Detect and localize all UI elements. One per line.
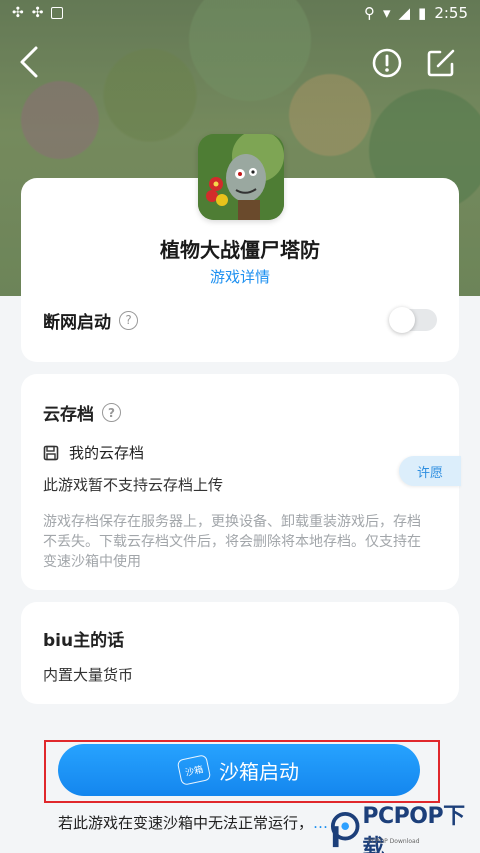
edit-button[interactable] [424,46,458,80]
bug-icon: ✣ [12,5,24,21]
cloud-save-card: 云存档 ? 我的云存档 此游戏暂不支持云存档上传 游戏存档保存在服务器上，更换设… [21,374,459,590]
exclamation-icon [372,48,402,78]
watermark-subtext: PCPOP Download [368,838,420,845]
wish-button[interactable]: 许愿 [399,456,461,486]
footer-note-text: 若此游戏在变速沙箱中无法正常运行， [58,814,314,832]
battery-icon: ▮ [418,4,427,22]
game-details-link[interactable]: 游戏详情 [21,266,459,287]
owner-note-title: biu主的话 [43,631,125,651]
app-title: 植物大战僵尸塔防 [160,238,320,262]
pcpop-logo-icon [330,811,360,847]
my-cloud-save-row[interactable]: 我的云存档 [43,442,144,463]
back-button[interactable] [14,44,46,80]
help-icon[interactable]: ? [102,403,121,422]
status-time: 2:55 [434,4,468,22]
back-arrow-icon [20,46,38,78]
offline-launch-row: 断网启动 ? [43,306,437,334]
top-bar [0,40,480,90]
bug-icon: ✣ [31,5,44,21]
footer-note: 若此游戏在变速沙箱中无法正常运行，… [58,812,328,833]
toggle-knob [389,307,415,333]
owner-note-text: 内置大量货币 [43,666,134,684]
notification-icon [51,7,64,19]
signal-icon: ◢ [398,4,411,22]
report-button[interactable] [370,46,404,80]
zombie-icon [198,134,284,220]
my-cloud-save-label: 我的云存档 [69,444,145,462]
status-bar: ✣ ✣ ⚲ ▾ ◢ ▮ 2:55 [0,0,480,26]
cloud-save-description: 游戏存档保存在服务器上，更换设备、卸载重装游戏后，存档不丢失。下载云存档文件后，… [43,514,421,570]
cloud-not-supported-text: 此游戏暂不支持云存档上传 [43,476,224,494]
location-icon: ⚲ [363,4,375,22]
offline-launch-toggle[interactable] [389,307,437,333]
edit-icon [427,49,455,77]
save-icon [43,445,59,460]
wifi-icon: ▾ [382,4,391,22]
cloud-save-title-text: 云存档 [43,405,94,425]
cloud-save-title: 云存档 ? [43,400,121,425]
app-icon [198,134,284,220]
highlight-frame [44,740,440,803]
watermark: PCPOP下载 PCPOP Download [330,804,480,853]
help-icon[interactable]: ? [119,310,138,330]
owner-note-card: biu主的话 内置大量货币 [21,602,459,704]
footer-link[interactable]: … [313,814,328,832]
offline-launch-label: 断网启动 [43,312,111,333]
